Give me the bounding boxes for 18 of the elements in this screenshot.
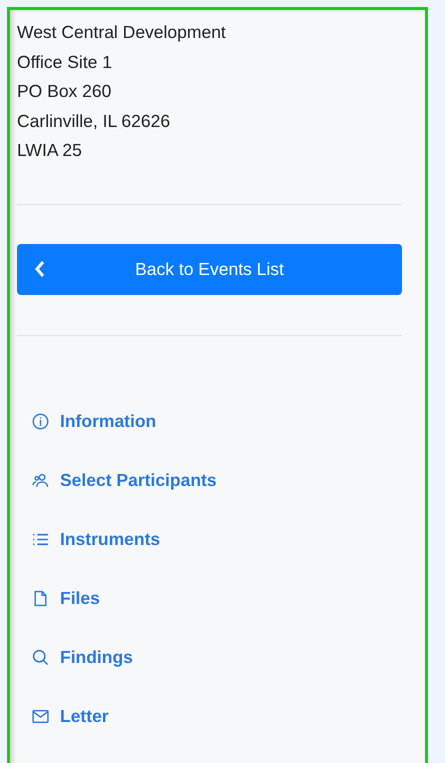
nav-link[interactable]: Select Participants — [32, 450, 217, 510]
envelope-icon — [32, 708, 49, 724]
file-icon — [32, 590, 49, 606]
address-line: Carlinville, IL 62626 — [17, 110, 172, 132]
address-line: West Central Development — [17, 21, 227, 44]
chevron-left-icon — [34, 260, 46, 278]
back-button[interactable]: Back to Events List — [17, 244, 402, 294]
info-icon — [32, 412, 49, 430]
nav-link[interactable]: Letter — [32, 686, 109, 746]
nav-link[interactable]: Information — [32, 392, 156, 450]
address-line: LWIA 25 — [17, 139, 83, 162]
nav-link[interactable]: Findings — [32, 628, 133, 686]
nav-link[interactable]: Instruments — [32, 510, 160, 568]
address-line: Office Site 1 — [17, 50, 114, 74]
nav-link[interactable]: Files — [32, 568, 100, 628]
people-icon — [32, 472, 49, 488]
search-icon — [32, 648, 49, 666]
address-line: PO Box 260 — [17, 80, 112, 103]
